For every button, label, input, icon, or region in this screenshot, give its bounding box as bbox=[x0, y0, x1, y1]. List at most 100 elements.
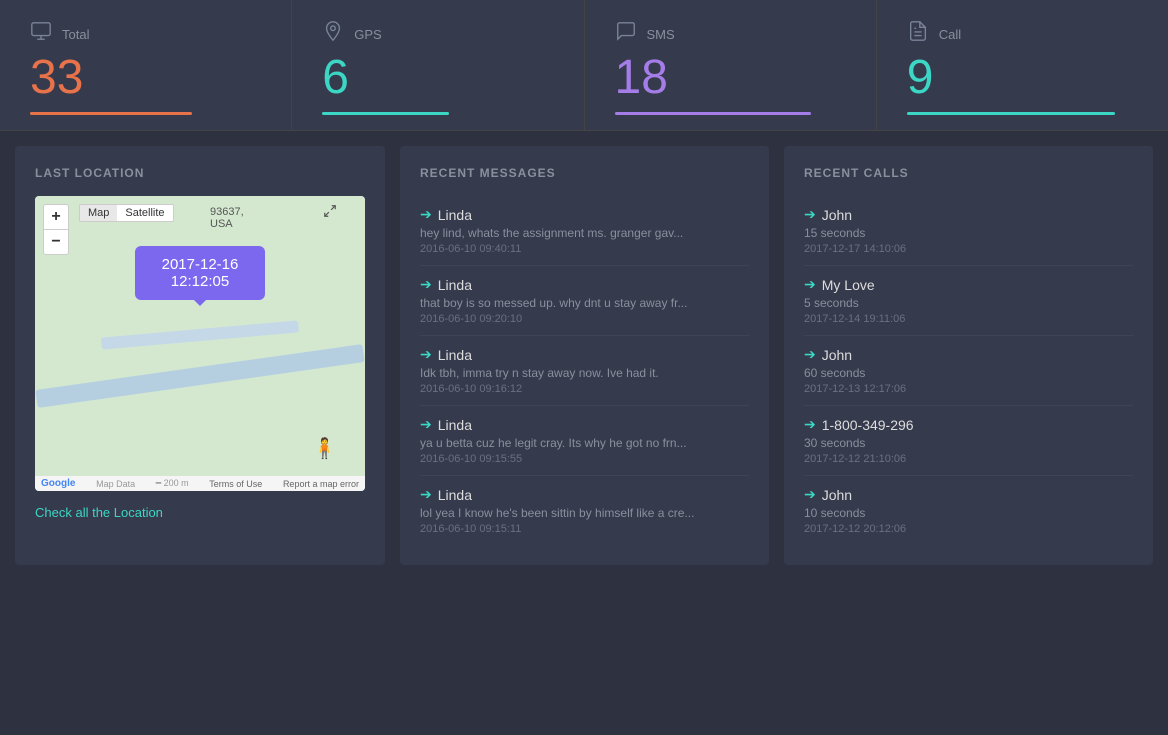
call-duration: 60 seconds bbox=[804, 366, 1133, 380]
map-date: 2017-12-16 bbox=[153, 256, 247, 273]
msg-sender: ➔ Linda bbox=[420, 276, 749, 293]
check-location-link[interactable]: Check all the Location bbox=[35, 505, 365, 520]
call-timestamp: 2017-12-12 21:10:06 bbox=[804, 453, 1133, 465]
call-direction-arrow: ➔ bbox=[804, 346, 816, 363]
map-footer: Google Map Data ━ 200 m Terms of Use Rep… bbox=[35, 476, 365, 491]
call-duration: 30 seconds bbox=[804, 436, 1133, 450]
msg-direction-arrow: ➔ bbox=[420, 276, 432, 293]
zoom-in-button[interactable]: + bbox=[43, 204, 69, 230]
total-value: 33 bbox=[30, 54, 261, 102]
total-label: Total bbox=[62, 27, 89, 42]
call-contact-name: My Love bbox=[822, 277, 875, 293]
map-popup: 2017-12-16 12:12:05 bbox=[135, 246, 265, 300]
sms-icon bbox=[615, 20, 637, 48]
message-item[interactable]: ➔ Linda lol yea I know he's been sittin … bbox=[420, 476, 749, 545]
call-direction-arrow: ➔ bbox=[804, 416, 816, 433]
call-timestamp: 2017-12-13 12:17:06 bbox=[804, 383, 1133, 395]
stat-total: Total 33 bbox=[0, 0, 292, 130]
stat-sms: SMS 18 bbox=[585, 0, 877, 130]
message-item[interactable]: ➔ Linda hey lind, whats the assignment m… bbox=[420, 196, 749, 266]
message-item[interactable]: ➔ Linda Idk tbh, imma try n stay away no… bbox=[420, 336, 749, 406]
msg-sender: ➔ Linda bbox=[420, 486, 749, 503]
monitor-icon bbox=[30, 20, 52, 48]
map-address: 93637, USA bbox=[210, 206, 244, 230]
map-type-toggle[interactable]: Map Satellite bbox=[79, 204, 174, 222]
call-contact-name: John bbox=[822, 487, 852, 503]
gps-icon bbox=[322, 20, 344, 48]
map-type-map-button[interactable]: Map bbox=[80, 205, 117, 221]
map-container: + − Map Satellite 93637, USA 2017-1 bbox=[35, 196, 365, 491]
messages-list: ➔ Linda hey lind, whats the assignment m… bbox=[420, 196, 749, 545]
zoom-out-button[interactable]: − bbox=[43, 229, 69, 255]
recent-calls-title: RECENT CALLS bbox=[804, 166, 1133, 180]
msg-timestamp: 2016-06-10 09:15:55 bbox=[420, 453, 749, 465]
msg-sender: ➔ Linda bbox=[420, 346, 749, 363]
msg-sender-name: Linda bbox=[438, 277, 472, 293]
calls-list: ➔ John 15 seconds 2017-12-17 14:10:06 ➔ … bbox=[804, 196, 1133, 545]
map-terms[interactable]: Terms of Use bbox=[209, 479, 262, 489]
call-value: 9 bbox=[907, 54, 1138, 102]
map-type-satellite-button[interactable]: Satellite bbox=[117, 205, 172, 221]
person-pin-icon: 🧍 bbox=[312, 436, 337, 461]
map-report[interactable]: Report a map error bbox=[283, 479, 359, 489]
msg-direction-arrow: ➔ bbox=[420, 206, 432, 223]
call-timestamp: 2017-12-14 19:11:06 bbox=[804, 313, 1133, 325]
last-location-title: LAST LOCATION bbox=[35, 166, 365, 180]
map-zoom-controls[interactable]: + − bbox=[43, 204, 69, 255]
sms-bar bbox=[615, 112, 812, 115]
gps-value: 6 bbox=[322, 54, 553, 102]
map-time: 12:12:05 bbox=[153, 273, 247, 290]
map-road-2 bbox=[101, 320, 299, 349]
call-timestamp: 2017-12-12 20:12:06 bbox=[804, 523, 1133, 535]
msg-timestamp: 2016-06-10 09:20:10 bbox=[420, 313, 749, 325]
gps-bar bbox=[322, 112, 449, 115]
call-name: ➔ John bbox=[804, 486, 1133, 503]
msg-sender: ➔ Linda bbox=[420, 206, 749, 223]
gps-label: GPS bbox=[354, 27, 381, 42]
map-expand-icon[interactable] bbox=[323, 204, 337, 221]
call-contact-name: John bbox=[822, 347, 852, 363]
message-item[interactable]: ➔ Linda that boy is so messed up. why dn… bbox=[420, 266, 749, 336]
call-duration: 5 seconds bbox=[804, 296, 1133, 310]
msg-text: ya u betta cuz he legit cray. Its why he… bbox=[420, 436, 700, 450]
recent-messages-title: RECENT MESSAGES bbox=[420, 166, 749, 180]
msg-text: Idk tbh, imma try n stay away now. Ive h… bbox=[420, 366, 700, 380]
call-timestamp: 2017-12-17 14:10:06 bbox=[804, 243, 1133, 255]
msg-text: hey lind, whats the assignment ms. grang… bbox=[420, 226, 700, 240]
msg-timestamp: 2016-06-10 09:15:11 bbox=[420, 523, 749, 535]
call-item[interactable]: ➔ 1-800-349-296 30 seconds 2017-12-12 21… bbox=[804, 406, 1133, 476]
msg-direction-arrow: ➔ bbox=[420, 486, 432, 503]
call-label: Call bbox=[939, 27, 961, 42]
map-road-1 bbox=[35, 344, 364, 408]
call-direction-arrow: ➔ bbox=[804, 486, 816, 503]
call-item[interactable]: ➔ My Love 5 seconds 2017-12-14 19:11:06 bbox=[804, 266, 1133, 336]
msg-text: lol yea I know he's been sittin by himse… bbox=[420, 506, 700, 520]
recent-calls-panel: RECENT CALLS ➔ John 15 seconds 2017-12-1… bbox=[784, 146, 1153, 565]
msg-sender-name: Linda bbox=[438, 347, 472, 363]
call-item[interactable]: ➔ John 10 seconds 2017-12-12 20:12:06 bbox=[804, 476, 1133, 545]
msg-sender-name: Linda bbox=[438, 487, 472, 503]
msg-sender-name: Linda bbox=[438, 207, 472, 223]
call-contact-name: John bbox=[822, 207, 852, 223]
message-item[interactable]: ➔ Linda ya u betta cuz he legit cray. It… bbox=[420, 406, 749, 476]
call-item[interactable]: ➔ John 60 seconds 2017-12-13 12:17:06 bbox=[804, 336, 1133, 406]
call-name: ➔ John bbox=[804, 206, 1133, 223]
msg-direction-arrow: ➔ bbox=[420, 416, 432, 433]
sms-label: SMS bbox=[647, 27, 675, 42]
call-item[interactable]: ➔ John 15 seconds 2017-12-17 14:10:06 bbox=[804, 196, 1133, 266]
msg-text: that boy is so messed up. why dnt u stay… bbox=[420, 296, 700, 310]
call-duration: 10 seconds bbox=[804, 506, 1133, 520]
msg-direction-arrow: ➔ bbox=[420, 346, 432, 363]
call-bar bbox=[907, 112, 1115, 115]
stats-bar: Total 33 GPS 6 SMS 18 Call bbox=[0, 0, 1168, 131]
last-location-panel: LAST LOCATION + − Map Satellite bbox=[15, 146, 385, 565]
call-name: ➔ John bbox=[804, 346, 1133, 363]
call-duration: 15 seconds bbox=[804, 226, 1133, 240]
msg-timestamp: 2016-06-10 09:16:12 bbox=[420, 383, 749, 395]
call-contact-name: 1-800-349-296 bbox=[822, 417, 914, 433]
sms-value: 18 bbox=[615, 54, 846, 102]
call-name: ➔ 1-800-349-296 bbox=[804, 416, 1133, 433]
msg-sender-name: Linda bbox=[438, 417, 472, 433]
main-content: LAST LOCATION + − Map Satellite bbox=[0, 131, 1168, 580]
map-data-label: Map Data bbox=[96, 479, 135, 489]
